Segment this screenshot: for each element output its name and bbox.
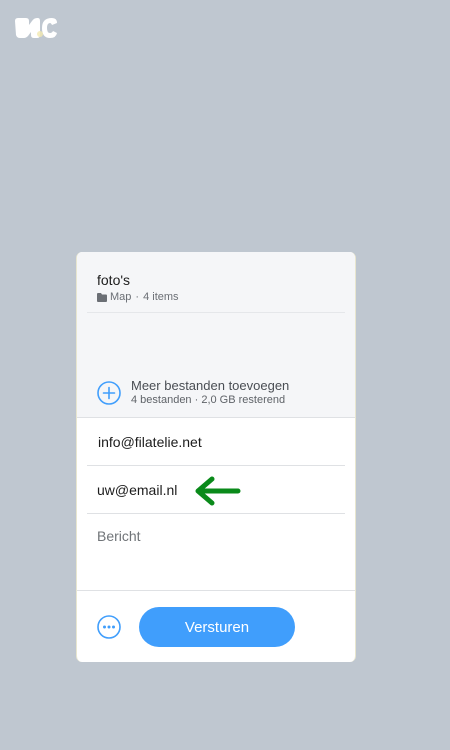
file-type: Map xyxy=(110,291,132,303)
file-name: foto's xyxy=(97,272,131,288)
more-options-button[interactable] xyxy=(97,615,121,639)
logo-svg xyxy=(15,18,57,38)
wetransfer-logo-icon[interactable] xyxy=(14,17,58,39)
more-options-icon xyxy=(97,615,121,639)
add-more-texts: Meer bestanden toevoegen 4 bestanden · 2… xyxy=(131,378,289,407)
plus-circle-icon xyxy=(97,380,121,405)
email-from-value: uw@email.nl xyxy=(97,481,178,498)
add-more-subtitle: 4 bestanden · 2,0 GB resterend xyxy=(131,394,286,406)
send-button[interactable]: Versturen xyxy=(139,607,295,647)
transfer-panel: foto's Map · 4 items Meer bestanden toev… xyxy=(76,252,356,662)
email-to-value: info@filatelie.net xyxy=(98,433,202,450)
email-to-field[interactable]: info@filatelie.net xyxy=(87,418,345,466)
divider xyxy=(87,312,345,313)
folder-icon xyxy=(97,293,107,302)
add-more-files-button[interactable]: Meer bestanden toevoegen 4 bestanden · 2… xyxy=(97,378,289,407)
email-from-field[interactable]: uw@email.nl xyxy=(87,466,345,514)
form-fields: info@filatelie.net uw@email.nl xyxy=(77,417,355,514)
footer: Versturen xyxy=(77,590,355,662)
files-section: foto's Map · 4 items Meer bestanden toev… xyxy=(77,252,355,417)
message-field[interactable]: Bericht xyxy=(97,528,141,544)
separator-dot: · xyxy=(135,291,140,303)
file-item[interactable]: foto's Map · 4 items xyxy=(97,272,347,304)
add-more-title: Meer bestanden toevoegen xyxy=(131,378,290,393)
file-count: 4 items xyxy=(143,291,179,303)
green-arrow-left-icon xyxy=(195,476,241,506)
file-meta: Map · 4 items xyxy=(97,291,347,304)
